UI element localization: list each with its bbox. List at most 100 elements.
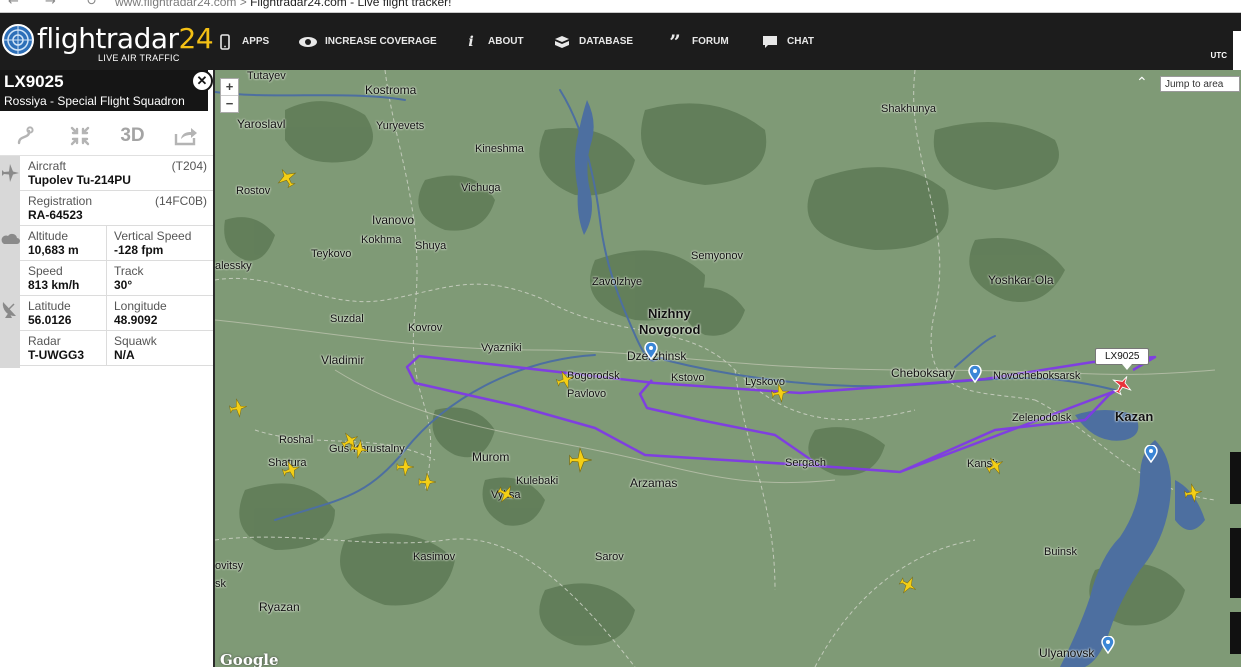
place-label: Teykovo: [311, 248, 352, 260]
3d-view-button[interactable]: 3D: [106, 117, 159, 155]
place-label: Arzamas: [630, 476, 678, 490]
place-label: Yoshkar-Ola: [988, 273, 1054, 287]
collapse-up-icon[interactable]: ⌃: [1136, 74, 1148, 91]
altitude-value: 10,683 m: [28, 243, 79, 257]
top-nav-bar: flightradar24 LIVE AIR TRAFFIC APPS INCR…: [0, 13, 1241, 73]
google-logo: Google: [220, 651, 279, 667]
collapse-view-button[interactable]: [53, 117, 106, 155]
place-label: Kazan: [1115, 409, 1154, 424]
aircraft-section-strip: [0, 156, 20, 226]
squawk-cell: Squawk N/A: [106, 331, 213, 365]
nav-increase-coverage[interactable]: INCREASE COVERAGE: [297, 13, 437, 70]
share-button[interactable]: [159, 117, 212, 155]
place-label: Novocheboksarsk: [993, 370, 1081, 382]
track-cell: Track 30°: [106, 261, 213, 295]
airport-pin-icon[interactable]: [1101, 636, 1115, 654]
nav-forum[interactable]: ” FORUM: [664, 13, 728, 70]
jump-to-area-select[interactable]: Jump to area: [1160, 76, 1240, 92]
place-label: ovitsy: [215, 560, 244, 572]
place-label: Vladimir: [321, 353, 365, 367]
share-icon: [174, 128, 197, 146]
place-label: Murom: [472, 450, 510, 464]
place-label: Ulyanovsk: [1039, 646, 1095, 660]
place-label: Nizhny: [648, 306, 691, 321]
radar-value: T-UWGG3: [28, 348, 84, 362]
aircraft-row: Aircraft (T204) Tupolev Tu-214PU: [20, 156, 213, 191]
place-label: sk: [215, 578, 226, 590]
chat-bubble-icon: [759, 35, 781, 49]
latitude-value: 56.0126: [28, 313, 72, 327]
place-label: Kokhma: [361, 234, 402, 246]
plane-icon[interactable]: [768, 381, 791, 404]
place-label: Tutayev: [247, 70, 286, 82]
topbar-edge-panel: [1233, 31, 1241, 73]
longitude-cell: Longitude 48.9092: [106, 296, 213, 330]
place-label: Novgorod: [639, 322, 701, 337]
selected-flight-callsign-label[interactable]: LX9025: [1095, 348, 1150, 370]
plane-icon[interactable]: [1181, 481, 1204, 504]
longitude-value: 48.9092: [114, 313, 158, 327]
utc-clock-label: UTC: [1210, 51, 1227, 60]
edge-panel: [1230, 612, 1241, 654]
plane-icon[interactable]: [417, 472, 437, 492]
speed-cell: Speed 813 km/h: [20, 261, 106, 295]
vertical-speed-cell: Vertical Speed -128 fpm: [106, 226, 213, 260]
vertical-speed-value: -128 fpm: [114, 243, 164, 257]
place-label: Sarov: [595, 551, 624, 563]
flight-map[interactable]: Tutayev Kostroma Shakhunya Yaroslavl Yur…: [215, 70, 1241, 667]
flightradar24-logo[interactable]: flightradar24 LIVE AIR TRAFFIC: [0, 13, 214, 70]
flight-tools-row: 3D: [0, 117, 213, 156]
edge-panel: [1230, 452, 1241, 504]
phone-icon: [214, 33, 236, 50]
place-label: Cheboksary: [891, 366, 956, 380]
plane-icon: [2, 164, 19, 182]
place-label: Vichuga: [461, 182, 501, 194]
plane-icon[interactable]: [226, 396, 249, 419]
latitude-label: Latitude: [28, 299, 71, 313]
place-label: Zelenodolsk: [1012, 412, 1072, 424]
place-label: alessky: [215, 260, 252, 272]
zoom-in-button[interactable]: +: [221, 79, 238, 95]
logo-subtitle: LIVE AIR TRAFFIC: [98, 53, 180, 63]
route-button[interactable]: [0, 117, 53, 155]
airport-pin-icon[interactable]: [968, 365, 982, 383]
place-label: Buinsk: [1044, 546, 1078, 558]
registration-cell: Registration (14FC0B) RA-64523: [20, 191, 213, 225]
forward-arrow-icon[interactable]: →: [45, 0, 56, 9]
radar-globe-icon: [2, 24, 34, 56]
airport-pin-icon[interactable]: [1144, 445, 1158, 463]
place-label: Kostroma: [365, 83, 417, 97]
aircraft-label: Aircraft: [28, 159, 67, 173]
back-arrow-icon[interactable]: ←: [8, 0, 19, 9]
browser-url-bar[interactable]: ← → ↻ www.flightradar24.com > Flightrada…: [0, 0, 1241, 13]
place-label: Suzdal: [330, 313, 364, 325]
track-value: 30°: [114, 278, 133, 292]
place-label: Kineshma: [475, 143, 524, 155]
nav-apps[interactable]: APPS: [214, 13, 269, 70]
registration-label: Registration: [28, 194, 93, 208]
reload-icon[interactable]: ↻: [86, 0, 97, 9]
place-label: Ryazan: [259, 600, 300, 614]
plane-icon[interactable]: [567, 447, 593, 473]
plane-icon[interactable]: [347, 437, 370, 460]
squawk-label: Squawk: [114, 334, 157, 348]
close-panel-button[interactable]: ✕: [191, 70, 213, 92]
nav-chat[interactable]: CHAT: [759, 13, 814, 70]
url-text[interactable]: www.flightradar24.com > Flightradar24.co…: [115, 0, 452, 9]
radar-label: Radar: [28, 334, 61, 348]
plane-icon[interactable]: [395, 457, 415, 477]
airport-pin-icon[interactable]: [644, 342, 658, 360]
flight-header: LX9025 Rossiya - Special Flight Squadron: [0, 70, 208, 111]
route-icon: [17, 126, 34, 145]
place-label: Shuya: [415, 240, 447, 252]
info-icon: i: [468, 33, 474, 50]
collapse-icon: [70, 126, 89, 146]
zoom-out-button[interactable]: −: [221, 95, 238, 112]
nav-database[interactable]: DATABASE: [551, 13, 633, 70]
track-label: Track: [114, 264, 144, 278]
place-label: Sergach: [785, 457, 826, 469]
flight-info-panel: LX9025 Rossiya - Special Flight Squadron…: [0, 70, 215, 667]
eye-icon: [297, 36, 319, 48]
nav-about[interactable]: i ABOUT: [460, 13, 523, 70]
aircraft-type-code: (T204): [171, 159, 207, 173]
